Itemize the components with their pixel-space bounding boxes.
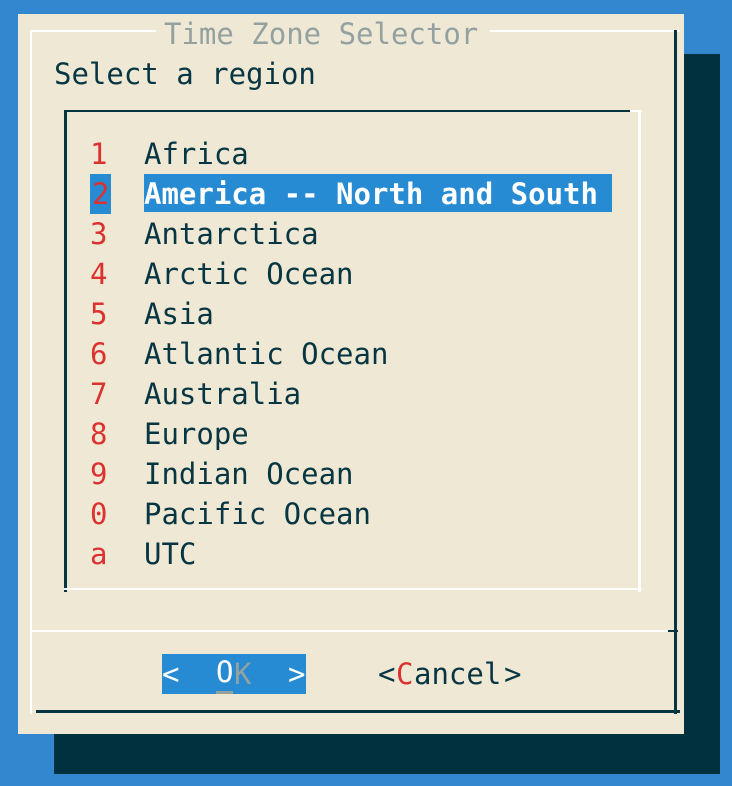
list-frame-left [64, 110, 67, 592]
list-item-label: Arctic Ocean [144, 257, 354, 291]
list-item-key: 4 [90, 257, 108, 291]
list-item-key: 5 [90, 297, 108, 331]
list-item-key: 3 [90, 217, 108, 251]
list-item-key: 8 [90, 417, 108, 451]
list-item-key: 2 [90, 174, 112, 214]
outer-frame-left [30, 30, 32, 714]
cancel-button-right-bracket: > [504, 657, 522, 691]
list-item-label: Indian Ocean [144, 457, 354, 491]
ok-button[interactable]: < O K > [162, 654, 306, 694]
list-item-label: Pacific Ocean [144, 497, 371, 531]
list-frame-bottom [64, 588, 642, 590]
button-separator [30, 630, 674, 632]
list-frame-top [64, 110, 630, 112]
list-item-key: 9 [90, 457, 108, 491]
dialog-prompt: Select a region [54, 57, 316, 91]
outer-frame-bottom [36, 710, 680, 713]
list-frame-right [638, 110, 641, 592]
list-item-key: 1 [90, 137, 108, 171]
button-separator-right [668, 630, 678, 632]
list-item-label: Antarctica [144, 217, 319, 251]
list-item-label: Asia [144, 297, 214, 331]
list-item-label: America -- North and South [144, 177, 598, 211]
timezone-dialog: Time Zone Selector Select a region 1 Afr… [18, 14, 684, 734]
list-item-key: 0 [90, 497, 108, 531]
list-item-label: Atlantic Ocean [144, 337, 389, 371]
cancel-button[interactable]: < C ancel > [378, 654, 528, 694]
cancel-button-hotkey: C [396, 657, 414, 691]
ok-button-hotkey: O [216, 654, 234, 694]
cancel-button-label: ancel [414, 657, 502, 691]
outer-frame-right [674, 30, 677, 714]
dialog-title: Time Zone Selector [164, 17, 479, 51]
list-item-label: Africa [144, 137, 249, 171]
list-item-label: Australia [144, 377, 302, 411]
ok-button-left-bracket: < [162, 657, 180, 691]
list-item-key: a [90, 537, 108, 571]
list-item-label: UTC [144, 537, 197, 571]
cancel-button-left-bracket: < [378, 657, 396, 691]
ok-button-right-bracket: > [288, 657, 306, 691]
list-item-key: 6 [90, 337, 108, 371]
ok-button-label: K [234, 657, 252, 691]
list-item-label: Europe [144, 417, 249, 451]
list-item-key: 7 [90, 377, 108, 411]
